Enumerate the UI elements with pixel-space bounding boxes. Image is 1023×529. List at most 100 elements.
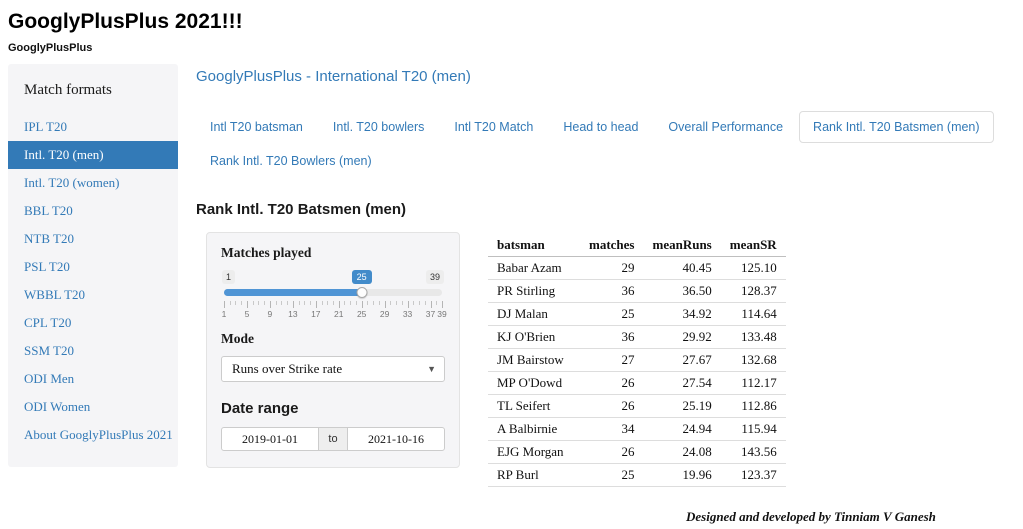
matches-slider: 1 39 25 — [224, 287, 442, 299]
stat-cell: 125.10 — [721, 257, 786, 280]
slider-tick-label: 9 — [268, 309, 273, 319]
tab-bar: Intl T20 batsmanIntl. T20 bowlersIntl T2… — [196, 111, 1007, 177]
table-row: EJG Morgan2624.08143.56 — [488, 441, 786, 464]
batsman-cell: MP O'Dowd — [488, 372, 580, 395]
date-end-input[interactable]: 2021-10-16 — [347, 427, 445, 451]
batsman-cell: JM Bairstow — [488, 349, 580, 372]
stat-cell: 112.86 — [721, 395, 786, 418]
sidebar-item[interactable]: ODI Women — [8, 393, 178, 421]
stat-cell: 19.96 — [644, 464, 721, 487]
tab[interactable]: Overall Performance — [654, 111, 797, 143]
sidebar-item[interactable]: PSL T20 — [8, 253, 178, 281]
slider-minor-tick — [333, 301, 334, 305]
slider-minor-tick — [241, 301, 242, 305]
table-column-header: meanSR — [721, 234, 786, 257]
navbar-brand[interactable]: GooglyPlusPlus — [8, 42, 1009, 54]
slider-minor-tick — [299, 301, 300, 305]
stat-cell: 29.92 — [644, 326, 721, 349]
chevron-down-icon: ▼ — [427, 364, 436, 374]
stat-cell: 24.94 — [644, 418, 721, 441]
sidebar-item[interactable]: Intl. T20 (women) — [8, 169, 178, 197]
stat-cell: 24.08 — [644, 441, 721, 464]
table-body: Babar Azam2940.45125.10PR Stirling3636.5… — [488, 257, 786, 487]
stat-cell: 26 — [580, 395, 644, 418]
table-row: PR Stirling3636.50128.37 — [488, 280, 786, 303]
table-row: TL Seifert2625.19112.86 — [488, 395, 786, 418]
app-header: GooglyPlusPlus 2021!!! GooglyPlusPlus — [0, 0, 1023, 54]
slider-tick-label: 33 — [403, 309, 412, 319]
slider-fill — [224, 289, 362, 296]
slider-grid: 1591317212529333739 — [224, 301, 442, 319]
mode-selected-value: Runs over Strike rate — [232, 361, 342, 377]
slider-tick-label: 17 — [311, 309, 320, 319]
stat-cell: 114.64 — [721, 303, 786, 326]
table-row: JM Bairstow2727.67132.68 — [488, 349, 786, 372]
stat-cell: 112.17 — [721, 372, 786, 395]
tab[interactable]: Head to head — [549, 111, 652, 143]
slider-minor-tick — [304, 301, 305, 305]
date-range-label: Date range — [221, 400, 445, 417]
tab[interactable]: Rank Intl. T20 Batsmen (men) — [799, 111, 994, 143]
slider-handle[interactable] — [356, 287, 367, 298]
slider-tick-label: 29 — [380, 309, 389, 319]
sidebar-item[interactable]: WBBL T20 — [8, 281, 178, 309]
tab[interactable]: Rank Intl. T20 Bowlers (men) — [196, 145, 386, 177]
batsman-cell: KJ O'Brien — [488, 326, 580, 349]
sidebar-item[interactable]: ODI Men — [8, 365, 178, 393]
sidebar-item[interactable]: CPL T20 — [8, 309, 178, 337]
stat-cell: 27.67 — [644, 349, 721, 372]
slider-minor-tick — [425, 301, 426, 305]
slider-major-tick — [408, 301, 409, 308]
date-range-separator: to — [319, 427, 347, 451]
sidebar-list: IPL T20Intl. T20 (men)Intl. T20 (women)B… — [8, 113, 178, 449]
slider-max-badge: 39 — [426, 270, 444, 284]
slider-minor-tick — [396, 301, 397, 305]
stat-cell: 25.19 — [644, 395, 721, 418]
sidebar-item[interactable]: BBL T20 — [8, 197, 178, 225]
sidebar-item[interactable]: Intl. T20 (men) — [8, 141, 178, 169]
slider-major-tick — [270, 301, 271, 308]
sidebar-item[interactable]: SSM T20 — [8, 337, 178, 365]
batsman-cell: Babar Azam — [488, 257, 580, 280]
sidebar: Match formats IPL T20Intl. T20 (men)Intl… — [8, 64, 178, 467]
batsman-cell: EJG Morgan — [488, 441, 580, 464]
stat-cell: 115.94 — [721, 418, 786, 441]
table-column-header: matches — [580, 234, 644, 257]
slider-minor-tick — [287, 301, 288, 305]
mode-select[interactable]: Runs over Strike rate ▼ — [221, 356, 445, 382]
footer: Designed and developed by Tinniam V Gane… — [686, 507, 1007, 529]
batsman-cell: DJ Malan — [488, 303, 580, 326]
section-title: Rank Intl. T20 Batsmen (men) — [196, 201, 1007, 218]
stat-cell: 132.68 — [721, 349, 786, 372]
batsman-cell: RP Burl — [488, 464, 580, 487]
stat-cell: 36 — [580, 326, 644, 349]
main-content: GooglyPlusPlus - International T20 (men)… — [178, 64, 1023, 529]
tab[interactable]: Intl T20 Match — [440, 111, 547, 143]
controls-panel: Matches played 1 39 25 15913172125293337… — [206, 232, 460, 468]
sidebar-item[interactable]: IPL T20 — [8, 113, 178, 141]
table-row: Babar Azam2940.45125.10 — [488, 257, 786, 280]
tab[interactable]: Intl. T20 bowlers — [319, 111, 438, 143]
stat-cell: 123.37 — [721, 464, 786, 487]
slider-major-tick — [431, 301, 432, 308]
slider-min-badge: 1 — [222, 270, 235, 284]
sidebar-item[interactable]: NTB T20 — [8, 225, 178, 253]
results-table-section: batsmanmatchesmeanRunsmeanSR Babar Azam2… — [488, 232, 786, 487]
stat-cell: 27 — [580, 349, 644, 372]
slider-minor-tick — [436, 301, 437, 305]
stat-cell: 25 — [580, 464, 644, 487]
batsman-cell: TL Seifert — [488, 395, 580, 418]
slider-minor-tick — [356, 301, 357, 305]
date-start-input[interactable]: 2019-01-01 — [221, 427, 319, 451]
sidebar-item[interactable]: About GooglyPlusPlus 2021 — [8, 421, 178, 449]
mode-label: Mode — [221, 331, 445, 347]
table-row: DJ Malan2534.92114.64 — [488, 303, 786, 326]
table-header-row: batsmanmatchesmeanRunsmeanSR — [488, 234, 786, 257]
slider-minor-tick — [350, 301, 351, 305]
slider-major-tick — [293, 301, 294, 308]
slider-tick-label: 37 — [426, 309, 435, 319]
slider-minor-tick — [419, 301, 420, 305]
table-row: KJ O'Brien3629.92133.48 — [488, 326, 786, 349]
tab[interactable]: Intl T20 batsman — [196, 111, 317, 143]
slider-major-tick — [385, 301, 386, 308]
